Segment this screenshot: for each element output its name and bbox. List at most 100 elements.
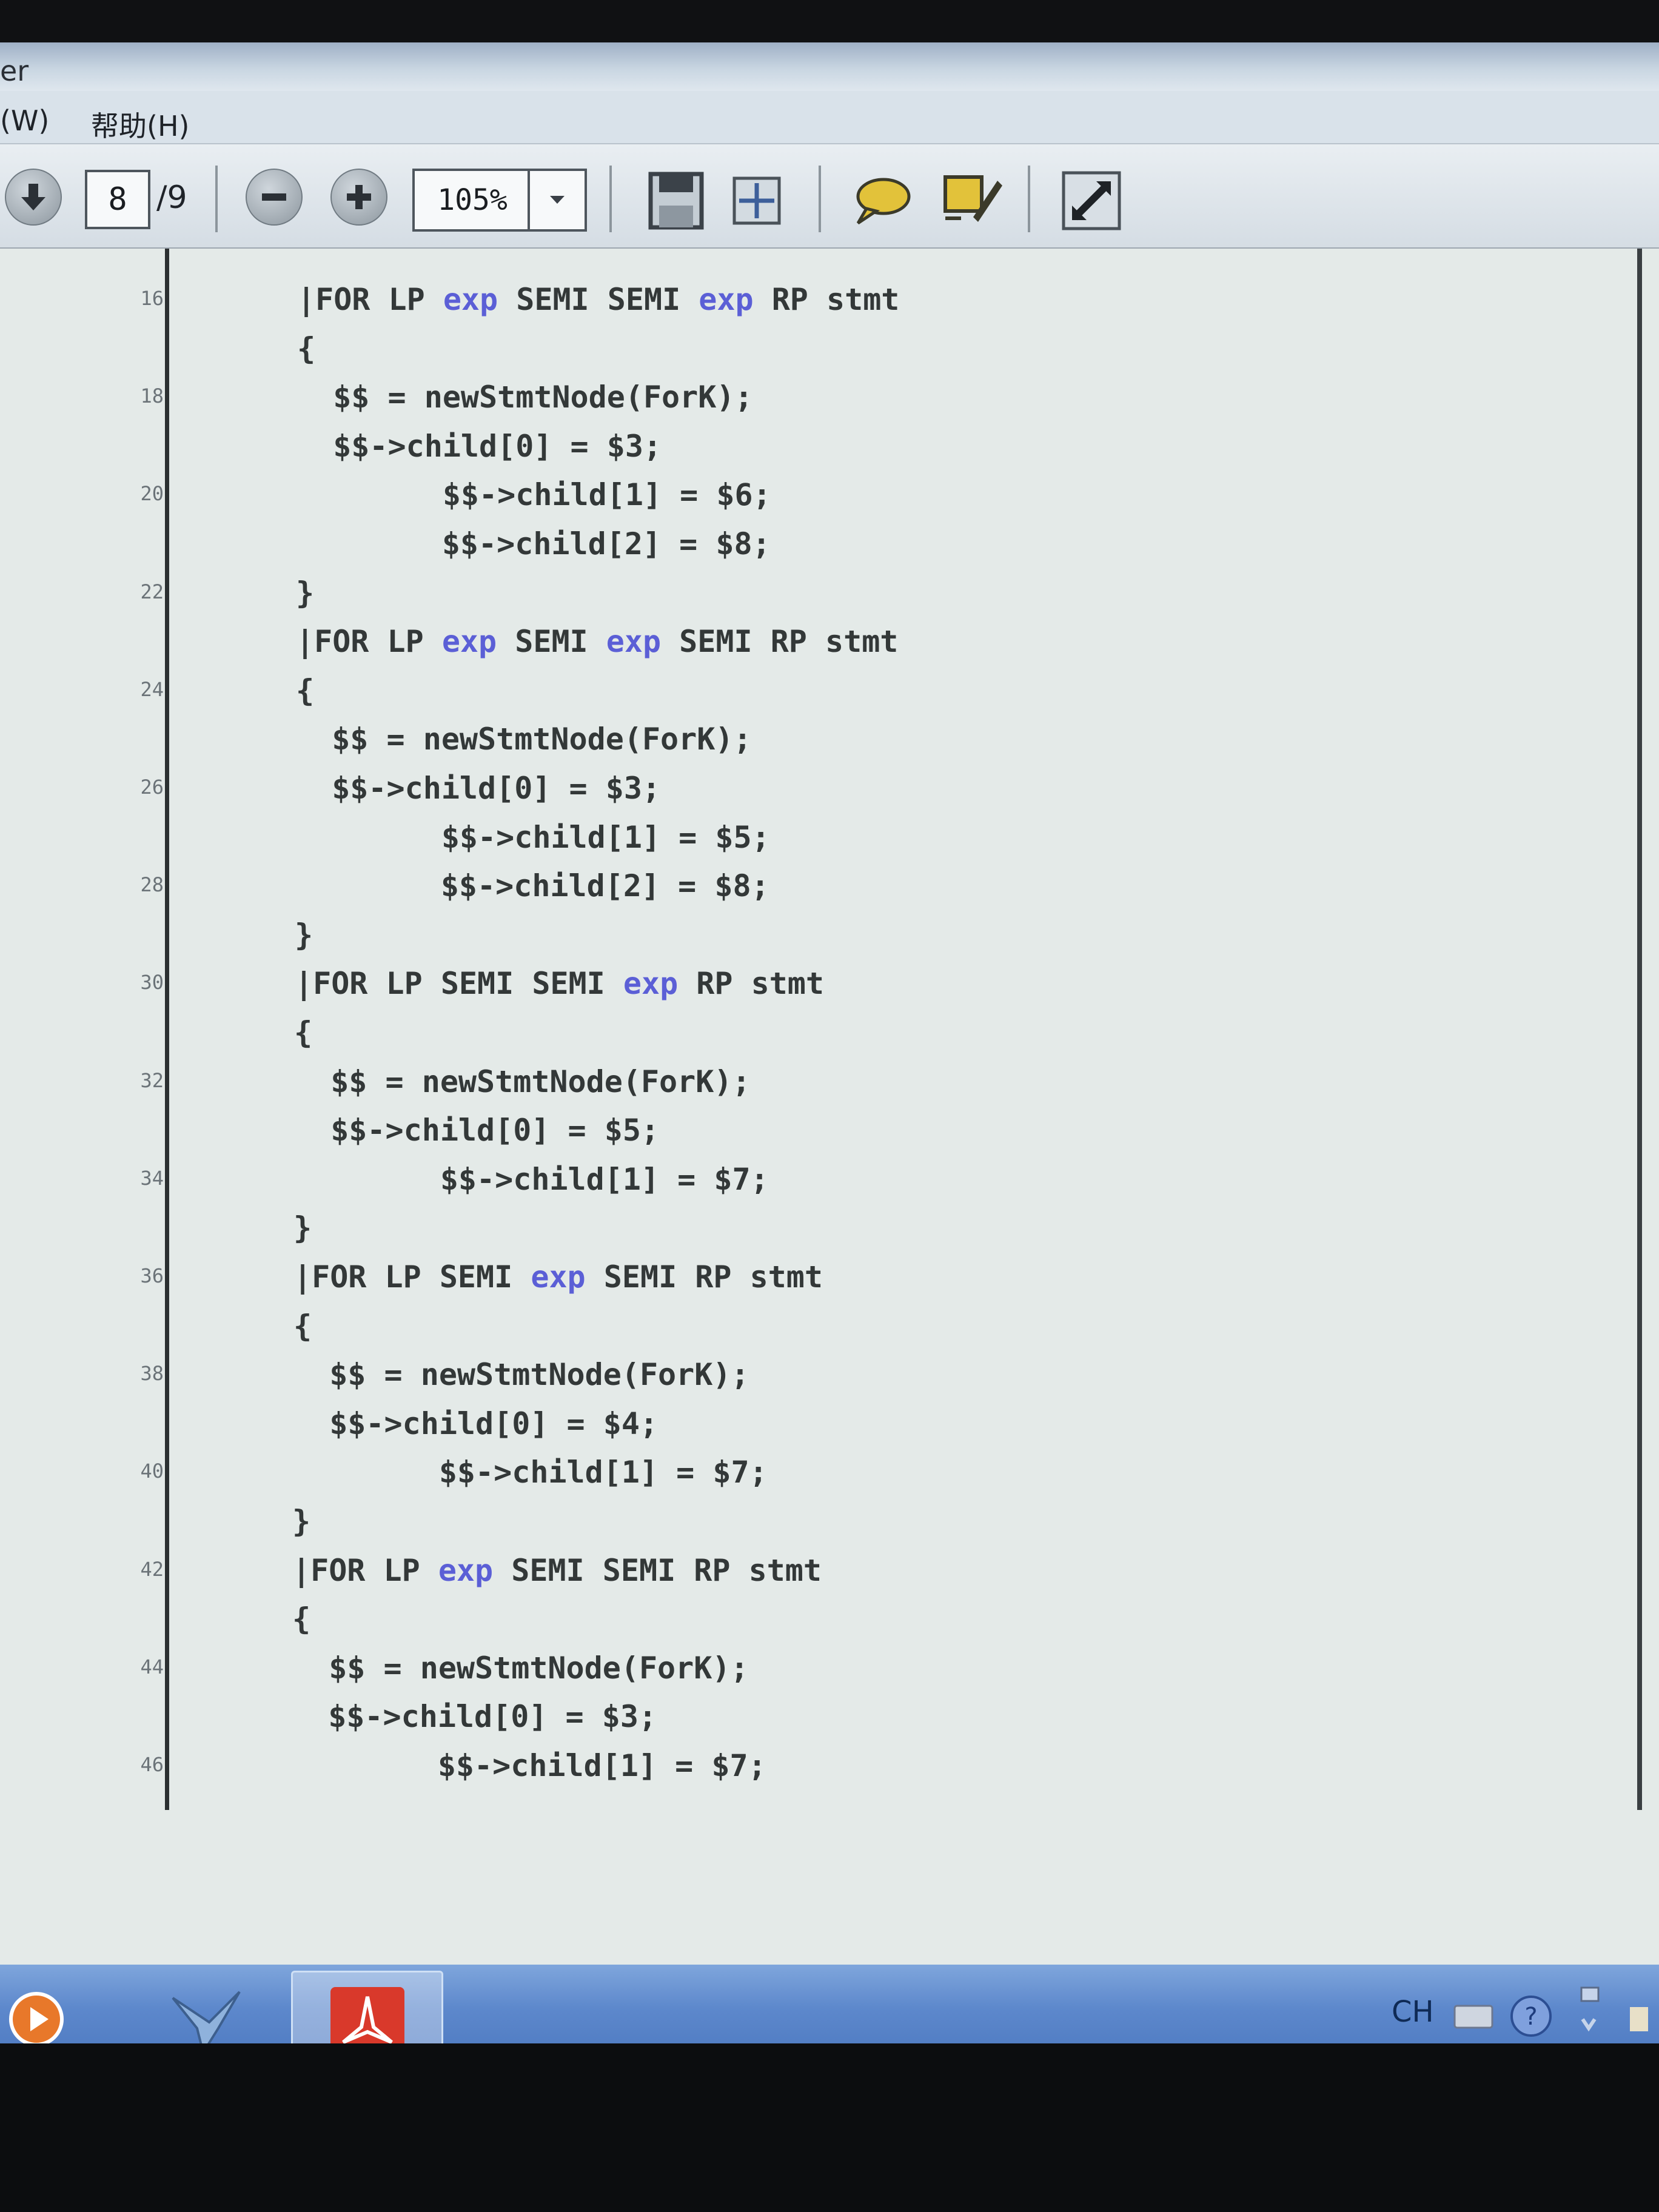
zoom-level-select[interactable]: 105% — [412, 169, 532, 232]
zoom-in-icon — [347, 185, 371, 209]
line-number: 32 — [140, 1068, 164, 1092]
help-icon: ? — [1510, 1996, 1552, 2037]
toolbar-separator — [609, 166, 612, 232]
code-text: $$->child[1] = $7; — [293, 1455, 768, 1490]
code-text: $$ = newStmtNode(ForK); — [297, 380, 753, 415]
toolbar-separator — [215, 166, 218, 232]
code-text: } — [295, 917, 313, 953]
menu-bar: (W) 帮助(H) — [0, 91, 1659, 144]
code-line: } — [295, 917, 313, 953]
code-line: } — [296, 575, 314, 611]
code-text: $$ = newStmtNode(ForK); — [292, 1650, 749, 1686]
code-text: SEMI RP stmt — [661, 624, 899, 660]
menu-item-window[interactable]: (W) — [0, 104, 49, 137]
tray-keyboard-button[interactable] — [1449, 1989, 1498, 2043]
code-text: |FOR LP — [297, 282, 443, 317]
fit-page-icon — [648, 172, 704, 230]
code-line: $$->child[1] = $7; — [292, 1748, 766, 1783]
page-right-edge — [1637, 249, 1642, 1810]
code-text: RP stmt — [678, 966, 824, 1002]
toolbar-separator — [1028, 166, 1030, 232]
code-line: $$->child[0] = $3; — [292, 1699, 657, 1734]
code-keyword: exp — [623, 966, 679, 1002]
code-line: { — [293, 1309, 312, 1344]
code-text: $$->child[1] = $7; — [294, 1161, 769, 1197]
code-text: SEMI SEMI — [498, 282, 699, 317]
code-text: $$->child[1] = $5; — [295, 819, 770, 855]
tray-clock-button[interactable] — [1619, 1989, 1659, 2049]
code-text: $$->child[0] = $3; — [292, 1699, 657, 1735]
code-text: } — [292, 1504, 311, 1539]
code-line: |FOR LP SEMI SEMI exp RP stmt — [295, 966, 824, 1001]
code-text: { — [292, 1601, 311, 1637]
code-line: |FOR LP exp SEMI SEMI RP stmt — [292, 1553, 822, 1588]
code-keyword: exp — [443, 282, 498, 317]
code-keyword: exp — [438, 1552, 494, 1588]
fit-width-icon — [732, 176, 781, 225]
code-line: $$->child[0] = $4; — [293, 1406, 658, 1441]
code-line: |FOR LP exp SEMI SEMI exp RP stmt — [297, 282, 899, 317]
tray-help-button[interactable]: ? — [1504, 1989, 1558, 2043]
code-text: $$->child[1] = $7; — [292, 1748, 766, 1783]
window-title: er — [0, 55, 29, 87]
line-number-gutter-border — [165, 249, 169, 1810]
next-page-button[interactable] — [5, 169, 62, 226]
code-text: |FOR LP SEMI — [293, 1259, 531, 1295]
code-keyword: exp — [441, 624, 497, 660]
code-line: $$ = newStmtNode(ForK); — [297, 380, 753, 415]
media-player-icon — [9, 1992, 64, 2046]
code-keyword: exp — [531, 1259, 586, 1295]
line-number: 38 — [140, 1362, 164, 1386]
keyboard-icon — [1453, 2005, 1493, 2029]
code-text: { — [294, 1015, 313, 1050]
code-text: SEMI SEMI RP stmt — [493, 1552, 822, 1588]
code-text: } — [296, 575, 315, 611]
menu-item-help[interactable]: 帮助(H) — [91, 104, 189, 144]
chevron-down-icon — [550, 196, 565, 204]
arrow-down-icon — [21, 184, 45, 210]
code-line: $$->child[2] = $8; — [295, 868, 769, 903]
title-bar: er — [0, 42, 1659, 91]
zoom-in-button[interactable] — [330, 169, 387, 226]
code-line: $$->child[0] = $5; — [294, 1113, 659, 1148]
sign-icon — [943, 175, 1002, 222]
expand-icon — [1062, 171, 1121, 230]
code-line: $$ = newStmtNode(ForK); — [292, 1650, 749, 1686]
line-number: 22 — [140, 580, 164, 603]
fit-width-button[interactable] — [728, 172, 786, 230]
input-language-indicator[interactable]: CH — [1392, 1995, 1434, 2029]
code-text: RP stmt — [753, 282, 900, 317]
zoom-out-button[interactable] — [246, 169, 303, 226]
comment-icon — [856, 178, 911, 225]
code-keyword: exp — [606, 624, 662, 660]
toolbar-separator — [819, 166, 821, 232]
comment-button[interactable] — [849, 172, 916, 230]
code-text: $$->child[2] = $8; — [295, 868, 769, 904]
toolbar: 8 /9 105% — [0, 144, 1659, 249]
line-number: 24 — [140, 677, 164, 701]
code-text: { — [296, 672, 315, 708]
code-line: $$->child[2] = $8; — [296, 526, 771, 561]
full-screen-button[interactable] — [1058, 167, 1125, 234]
code-text: |FOR LP — [292, 1552, 438, 1588]
code-line: $$->child[1] = $7; — [294, 1162, 769, 1197]
sign-button[interactable] — [934, 169, 1007, 227]
code-text: $$->child[0] = $3; — [295, 771, 661, 806]
document-view[interactable]: 16 18 20 22 24 26 28 30 32 34 36 38 40 42 44 46 |FOR LP… — [0, 249, 1659, 1965]
code-text: |FOR LP SEMI SEMI — [295, 966, 623, 1002]
code-line: $$ = newStmtNode(ForK); — [294, 1064, 751, 1099]
line-number: 16 — [140, 287, 164, 310]
zoom-dropdown-button[interactable] — [528, 169, 587, 232]
fit-page-button[interactable] — [643, 167, 709, 234]
line-number: 34 — [140, 1166, 164, 1190]
line-number: 18 — [140, 384, 164, 408]
tray-network-button[interactable] — [1564, 1977, 1613, 2049]
code-line: } — [292, 1504, 310, 1539]
code-text: |FOR LP — [296, 624, 442, 660]
code-line: $$ = newStmtNode(ForK); — [293, 1357, 749, 1392]
code-text: $$ = newStmtNode(ForK); — [293, 1357, 749, 1393]
code-line: { — [292, 1601, 310, 1637]
page-number-input[interactable]: 8 — [85, 170, 150, 229]
code-text: $$ = newStmtNode(ForK); — [294, 1064, 751, 1099]
code-text: { — [297, 330, 316, 366]
